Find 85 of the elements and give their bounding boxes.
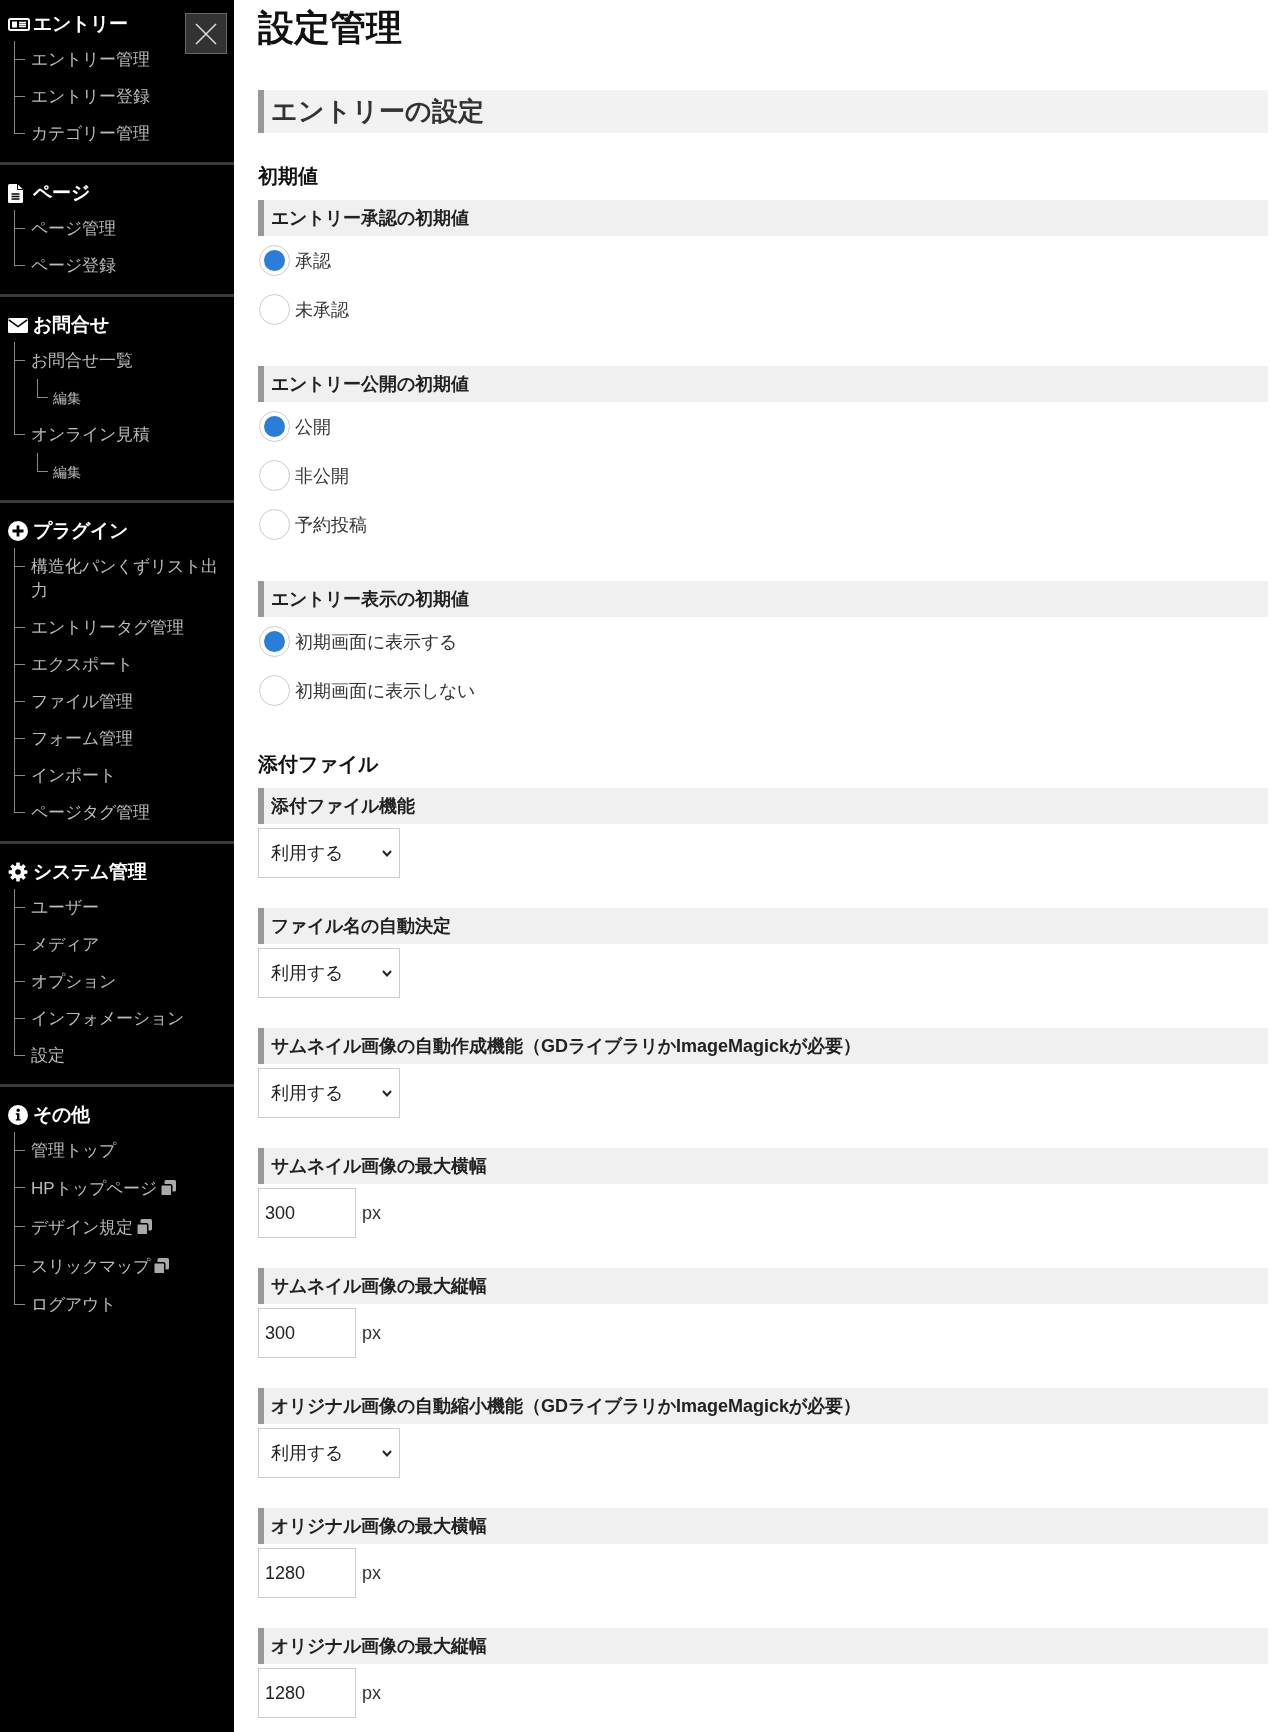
field-label-bar: エントリー承認の初期値 [258, 200, 1268, 236]
sidebar-sublink[interactable]: 編集 [53, 385, 81, 410]
radio-button[interactable] [259, 411, 290, 442]
number-field[interactable]: 300 [258, 1308, 356, 1358]
sidebar-link[interactable]: オンライン見積 [31, 422, 150, 447]
radio-button[interactable] [259, 245, 290, 276]
radio-label: 承認 [295, 249, 331, 273]
field-label-bar: サムネイル画像の最大横幅 [258, 1148, 1268, 1184]
sidebar-link[interactable]: エントリータグ管理 [31, 615, 184, 640]
newspaper-icon [8, 17, 30, 31]
sidebar-link[interactable]: ページ登録 [31, 253, 116, 278]
group-heading: 添付ファイル [258, 752, 380, 777]
select-field[interactable]: 利用する [258, 1068, 400, 1118]
sidebar-link[interactable]: ページタグ管理 [31, 800, 150, 825]
sidebar-heading: ページ [33, 181, 90, 205]
radio-button[interactable] [259, 626, 290, 657]
close-button[interactable] [185, 13, 227, 54]
sidebar-sublink[interactable]: 編集 [53, 459, 81, 484]
field-label-bar: オリジナル画像の最大縦幅 [258, 1628, 1268, 1664]
group-heading: 初期値 [258, 164, 319, 189]
plus-circle-icon [8, 521, 28, 541]
sidebar-link[interactable]: エクスポート [31, 652, 133, 677]
chevron-down-icon [382, 1089, 392, 1097]
sidebar-link[interactable]: インフォメーション [31, 1006, 184, 1031]
radio-button[interactable] [259, 509, 290, 540]
radio-label: 非公開 [295, 464, 349, 488]
field-label-bar: ファイル名の自動決定 [258, 908, 1268, 944]
sidebar-link[interactable]: フォーム管理 [31, 726, 133, 751]
sidebar-heading: お問合せ [33, 313, 109, 337]
sidebar-link[interactable]: 設定 [31, 1043, 65, 1068]
sidebar-link[interactable]: ユーザー [31, 895, 99, 920]
radio-button[interactable] [259, 675, 290, 706]
sidebar-link[interactable]: ログアウト [31, 1292, 116, 1317]
sidebar-link[interactable]: インポート [31, 763, 116, 788]
select-field[interactable]: 利用する [258, 828, 400, 878]
chevron-down-icon [382, 1449, 392, 1457]
field-label-bar: サムネイル画像の自動作成機能（GDライブラリかImageMagickが必要） [258, 1028, 1268, 1064]
sidebar-link[interactable]: 構造化パンくずリスト出力 [31, 554, 226, 603]
number-field[interactable]: 300 [258, 1188, 356, 1238]
settings-icon [8, 862, 28, 882]
section-title-bar: エントリーの設定 [258, 90, 1268, 133]
unit-label: px [362, 1682, 381, 1704]
radio-label: 予約投稿 [295, 513, 367, 537]
field-label-bar: エントリー公開の初期値 [258, 366, 1268, 402]
radio-label: 初期画面に表示しない [295, 679, 475, 703]
radio-label: 初期画面に表示する [295, 630, 457, 654]
sidebar-heading: プラグイン [33, 519, 128, 543]
page-title: 設定管理 [258, 6, 403, 49]
chevron-down-icon [382, 969, 392, 977]
sidebar-link[interactable]: オプション [31, 969, 116, 994]
unit-label: px [362, 1562, 381, 1584]
sidebar-link[interactable]: 管理トップ [31, 1138, 116, 1163]
radio-label: 公開 [295, 415, 331, 439]
sidebar-heading: システム管理 [33, 860, 147, 884]
sidebar-heading: エントリー [33, 12, 128, 36]
unit-label: px [362, 1202, 381, 1224]
radio-button[interactable] [259, 460, 290, 491]
field-label-bar: オリジナル画像の自動縮小機能（GDライブラリかImageMagickが必要） [258, 1388, 1268, 1424]
sidebar-link[interactable]: エントリー管理 [31, 47, 150, 72]
info-icon [8, 1105, 28, 1125]
sidebar-link[interactable]: HPトップページ [31, 1176, 176, 1201]
sidebar-link[interactable]: ページ管理 [31, 216, 116, 241]
select-field[interactable]: 利用する [258, 1428, 400, 1478]
chevron-down-icon [382, 849, 392, 857]
field-label-bar: 添付ファイル機能 [258, 788, 1268, 824]
number-field[interactable]: 1280 [258, 1668, 356, 1718]
sidebar-link[interactable]: エントリー登録 [31, 84, 150, 109]
field-label-bar: サムネイル画像の最大縦幅 [258, 1268, 1268, 1304]
close-icon [195, 22, 217, 45]
sidebar-link[interactable]: カテゴリー管理 [31, 121, 150, 146]
field-label-bar: オリジナル画像の最大横幅 [258, 1508, 1268, 1544]
sidebar-link[interactable]: ファイル管理 [31, 689, 133, 714]
sidebar-link[interactable]: デザイン規定 [31, 1215, 152, 1240]
envelope-icon [8, 317, 28, 333]
number-field[interactable]: 1280 [258, 1548, 356, 1598]
unit-label: px [362, 1322, 381, 1344]
radio-label: 未承認 [295, 298, 349, 322]
sidebar-heading: その他 [33, 1103, 90, 1127]
document-icon [8, 183, 23, 203]
sidebar-link[interactable]: お問合せ一覧 [31, 348, 133, 373]
sidebar-link[interactable]: メディア [31, 932, 99, 957]
sidebar-link[interactable]: スリックマップ [31, 1254, 169, 1279]
radio-button[interactable] [259, 294, 290, 325]
select-field[interactable]: 利用する [258, 948, 400, 998]
field-label-bar: エントリー表示の初期値 [258, 581, 1268, 617]
